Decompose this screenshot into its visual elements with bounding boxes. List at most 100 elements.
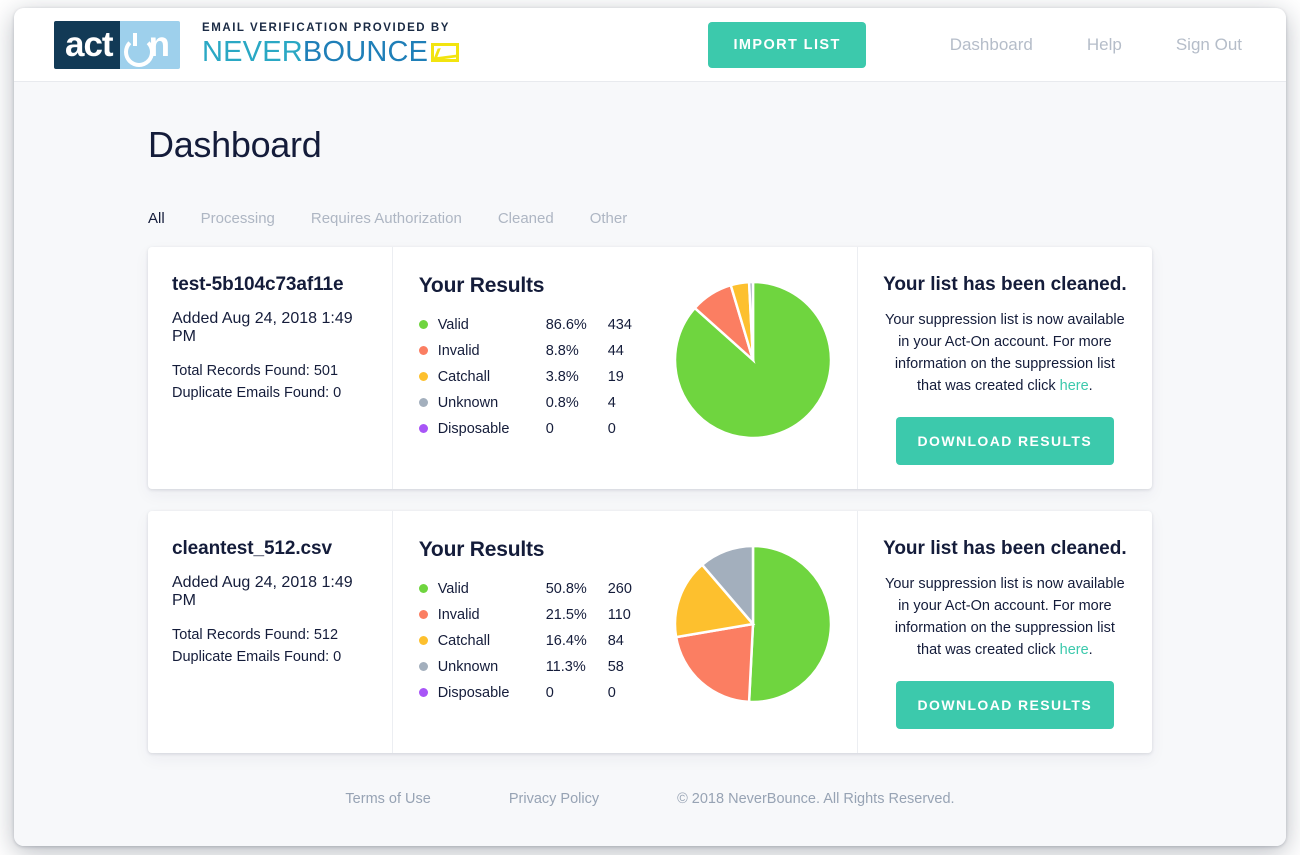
nav-actions: IMPORT LIST Dashboard Help Sign Out: [708, 21, 1252, 68]
legend-count: 84: [607, 632, 624, 649]
legend-percent: 11.3%: [545, 658, 586, 675]
legend-row-disposable: Disposable 0 0: [418, 417, 669, 440]
top-navigation-bar: act n EMAIL VERIFICATION PROVIDED BY NEV…: [14, 8, 1286, 82]
import-list-button[interactable]: IMPORT LIST: [708, 21, 866, 68]
legend-label: Unknown: [437, 658, 499, 675]
legend-dot-disposable: [418, 424, 428, 433]
legend-row-unknown: Unknown 0.8% 4: [418, 391, 669, 414]
results-legend: Your Results Valid 86.6% 434 Invalid 8.8…: [418, 274, 669, 465]
nav-signout-link[interactable]: Sign Out: [1166, 29, 1252, 61]
legend-row-catchall: Catchall 16.4% 84: [418, 629, 669, 652]
legend-row-valid: Valid 86.6% 434: [418, 313, 669, 336]
status-heading: Your list has been cleaned.: [883, 538, 1127, 560]
status-text-after: .: [1088, 378, 1093, 395]
legend-count: 44: [607, 342, 624, 359]
legend-percent: 3.8%: [545, 368, 579, 385]
neverbounce-wordmark: NEVER BOUNCE: [201, 35, 460, 68]
results-pie-chart-wrap: [669, 538, 837, 729]
tab-cleaned[interactable]: Cleaned: [498, 210, 554, 227]
results-pie-chart-wrap: [669, 274, 837, 465]
legend-percent: 0.8%: [545, 394, 579, 411]
legend-label: Unknown: [437, 394, 499, 411]
privacy-policy-link[interactable]: Privacy Policy: [509, 791, 599, 807]
legend-dot-unknown: [418, 662, 428, 672]
legend-label: Valid: [437, 580, 469, 597]
legend-dot-valid: [418, 584, 428, 594]
act-on-logo-on: n: [119, 20, 180, 69]
legend-percent: 21.5%: [545, 606, 587, 623]
browser-window: act n EMAIL VERIFICATION PROVIDED BY NEV…: [14, 8, 1286, 846]
suppression-list-link[interactable]: here: [1060, 378, 1089, 394]
download-results-button[interactable]: DOWNLOAD RESULTS: [895, 417, 1115, 466]
list-duplicate-emails: Duplicate Emails Found: 0: [172, 649, 342, 666]
wordmark-never: NEVER: [201, 35, 303, 68]
page-title: Dashboard: [148, 124, 322, 165]
legend-row-invalid: Invalid 21.5% 110: [418, 603, 669, 626]
act-on-logo: act n: [54, 20, 180, 69]
legend-percent: 16.4%: [545, 632, 587, 649]
list-duplicate-emails: Duplicate Emails Found: 0: [172, 385, 342, 401]
filter-tabs: All Processing Requires Authorization Cl…: [148, 210, 1152, 227]
legend-row-unknown: Unknown 11.3% 58: [418, 655, 669, 678]
list-total-records: Total Records Found: 501: [172, 363, 339, 379]
legend-percent: 86.6%: [545, 316, 587, 333]
legend-row-invalid: Invalid 8.8% 44: [418, 339, 669, 362]
tab-all[interactable]: All: [148, 210, 165, 227]
list-info-column: test-5b104c73af11e Added Aug 24, 2018 1:…: [148, 247, 393, 490]
status-description: Your suppression list is now available i…: [882, 573, 1128, 661]
pie-slice-valid: [747, 544, 832, 704]
legend-count: 58: [607, 658, 624, 675]
results-pie-chart: [673, 280, 832, 440]
legend-percent: 8.8%: [545, 342, 579, 359]
legend-count: 260: [607, 580, 632, 597]
legend-label: Invalid: [437, 606, 480, 623]
legend-count: 4: [607, 394, 616, 411]
results-pie-chart: [673, 544, 832, 704]
act-on-logo-act: act: [54, 20, 120, 69]
list-card: test-5b104c73af11e Added Aug 24, 2018 1:…: [148, 247, 1152, 490]
brand-kicker: EMAIL VERIFICATION PROVIDED BY: [201, 21, 450, 34]
legend-label: Disposable: [437, 684, 510, 701]
page-content: Dashboard All Processing Requires Author…: [14, 82, 1286, 846]
legend-label: Catchall: [437, 368, 491, 385]
content-container: Dashboard All Processing Requires Author…: [148, 124, 1152, 807]
tab-processing[interactable]: Processing: [201, 210, 275, 227]
legend-dot-catchall: [418, 636, 428, 646]
legend-row-catchall: Catchall 3.8% 19: [418, 365, 669, 388]
suppression-list-link[interactable]: here: [1060, 642, 1089, 658]
legend-count: 0: [607, 684, 616, 701]
legend-dot-unknown: [418, 398, 428, 407]
copyright-text: © 2018 NeverBounce. All Rights Reserved.: [677, 791, 955, 808]
legend-label: Disposable: [437, 420, 510, 437]
legend-dot-invalid: [418, 610, 428, 620]
download-results-button[interactable]: DOWNLOAD RESULTS: [895, 681, 1115, 730]
legend-label: Valid: [437, 316, 469, 333]
list-added-date: Added Aug 24, 2018 1:49 PM: [172, 574, 353, 610]
page-footer: Terms of Use Privacy Policy © 2018 Never…: [148, 791, 1152, 807]
status-text-after: .: [1088, 642, 1093, 659]
neverbounce-lockup: EMAIL VERIFICATION PROVIDED BY NEVER BOUN…: [201, 21, 460, 68]
tab-requires-authorization[interactable]: Requires Authorization: [311, 210, 462, 227]
legend-dot-disposable: [418, 688, 428, 698]
legend-percent: 50.8%: [545, 580, 587, 597]
brand-lockup: act n EMAIL VERIFICATION PROVIDED BY NEV…: [54, 20, 460, 69]
list-name: test-5b104c73af11e: [172, 274, 344, 295]
list-info-column: cleantest_512.csv Added Aug 24, 2018 1:4…: [148, 511, 393, 754]
results-heading: Your Results: [418, 538, 545, 562]
tab-other[interactable]: Other: [590, 210, 628, 227]
list-results-column: Your Results Valid 86.6% 434 Invalid 8.8…: [393, 247, 858, 490]
legend-percent: 0: [545, 684, 554, 701]
list-added-date: Added Aug 24, 2018 1:49 PM: [172, 310, 353, 345]
legend-dot-invalid: [418, 346, 428, 355]
legend-count: 110: [607, 606, 631, 623]
terms-of-use-link[interactable]: Terms of Use: [345, 791, 430, 807]
list-status-column: Your list has been cleaned. Your suppres…: [858, 511, 1152, 753]
nav-dashboard-link[interactable]: Dashboard: [940, 29, 1043, 61]
legend-label: Catchall: [437, 632, 491, 649]
legend-dot-valid: [418, 320, 428, 329]
nav-help-link[interactable]: Help: [1077, 29, 1132, 61]
wordmark-bounce: BOUNCE: [302, 35, 429, 68]
status-heading: Your list has been cleaned.: [883, 274, 1127, 295]
results-heading: Your Results: [418, 274, 545, 297]
status-description: Your suppression list is now available i…: [882, 309, 1128, 397]
